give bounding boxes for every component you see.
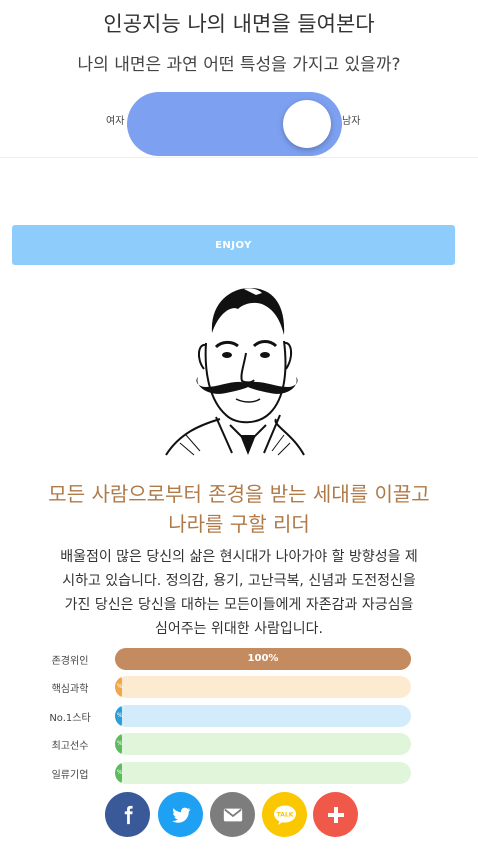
- stat-percent: %: [117, 712, 123, 719]
- email-share-button[interactable]: [210, 792, 255, 837]
- result-description-line: 심어주는 위대한 사람입니다.: [155, 621, 323, 637]
- stat-percent: %: [117, 740, 123, 747]
- result-description-line: 배울점이 많은 당신의 삶은 현시대가 나아가야 할 방향성을 제: [60, 549, 418, 565]
- enjoy-button[interactable]: ENJOY: [12, 225, 455, 265]
- result-description: 배울점이 많은 당신의 삶은 현시대가 나아가야 할 방향성을 제 시하고 있습…: [10, 545, 468, 641]
- share-buttons: TALK: [0, 792, 478, 838]
- stat-percent: %: [117, 683, 123, 690]
- divider: [0, 157, 478, 158]
- stat-track: 100%: [115, 648, 411, 670]
- gender-male-label: 남자: [342, 116, 361, 127]
- stat-track: %: [115, 705, 411, 727]
- more-share-button[interactable]: [313, 792, 358, 837]
- stat-row-top-athlete: 최고선수 %: [0, 733, 478, 755]
- mail-icon: [223, 808, 242, 821]
- portrait-illustration: [165, 287, 305, 456]
- facebook-icon: [124, 805, 133, 824]
- result-title-line: 모든 사람으로부터 존경을 받는 세대를 이끌고: [48, 482, 430, 506]
- facebook-share-button[interactable]: [105, 792, 150, 837]
- stat-percent: %: [117, 769, 123, 776]
- stat-label: 최고선수: [51, 741, 89, 752]
- gender-female-label: 여자: [106, 116, 125, 127]
- kakao-share-button[interactable]: TALK: [262, 792, 307, 837]
- page-title: 인공지능 나의 내면을 들여본다: [103, 12, 375, 36]
- gender-toggle[interactable]: [127, 92, 342, 156]
- stat-row-star: No.1스타 %: [0, 705, 478, 727]
- result-title-line: 나라를 구할 리더: [168, 512, 310, 536]
- stat-label: 존경위인: [51, 656, 89, 667]
- twitter-share-button[interactable]: [158, 792, 203, 837]
- stat-row-respected-figure: 존경위인 100%: [0, 648, 478, 670]
- kakao-talk-label: TALK: [276, 811, 293, 818]
- twitter-icon: [171, 807, 191, 823]
- result-description-line: 시하고 있습니다. 정의감, 용기, 고난극복, 신념과 도전정신을: [62, 573, 416, 589]
- kakao-talk-icon: TALK: [273, 805, 296, 825]
- toggle-knob[interactable]: [283, 100, 331, 148]
- stat-label: No.1스타: [49, 713, 91, 724]
- stat-label: 일류기업: [51, 770, 89, 781]
- stat-label: 핵심과학: [51, 684, 89, 695]
- plus-icon: [327, 806, 344, 823]
- stat-track: %: [115, 733, 411, 755]
- stat-row-top-company: 일류기업 %: [0, 762, 478, 784]
- stat-row-core-science: 핵심과학 %: [0, 676, 478, 698]
- result-description-line: 가진 당신은 당신을 대하는 모든이들에게 자존감과 자긍심을: [64, 597, 414, 613]
- page-subtitle: 나의 내면은 과연 어떤 특성을 가지고 있을까?: [77, 55, 401, 75]
- stat-track: %: [115, 676, 411, 698]
- result-title: 모든 사람으로부터 존경을 받는 세대를 이끌고 나라를 구할 리더: [0, 479, 478, 539]
- stat-percent: 100%: [247, 653, 279, 664]
- stat-track: %: [115, 762, 411, 784]
